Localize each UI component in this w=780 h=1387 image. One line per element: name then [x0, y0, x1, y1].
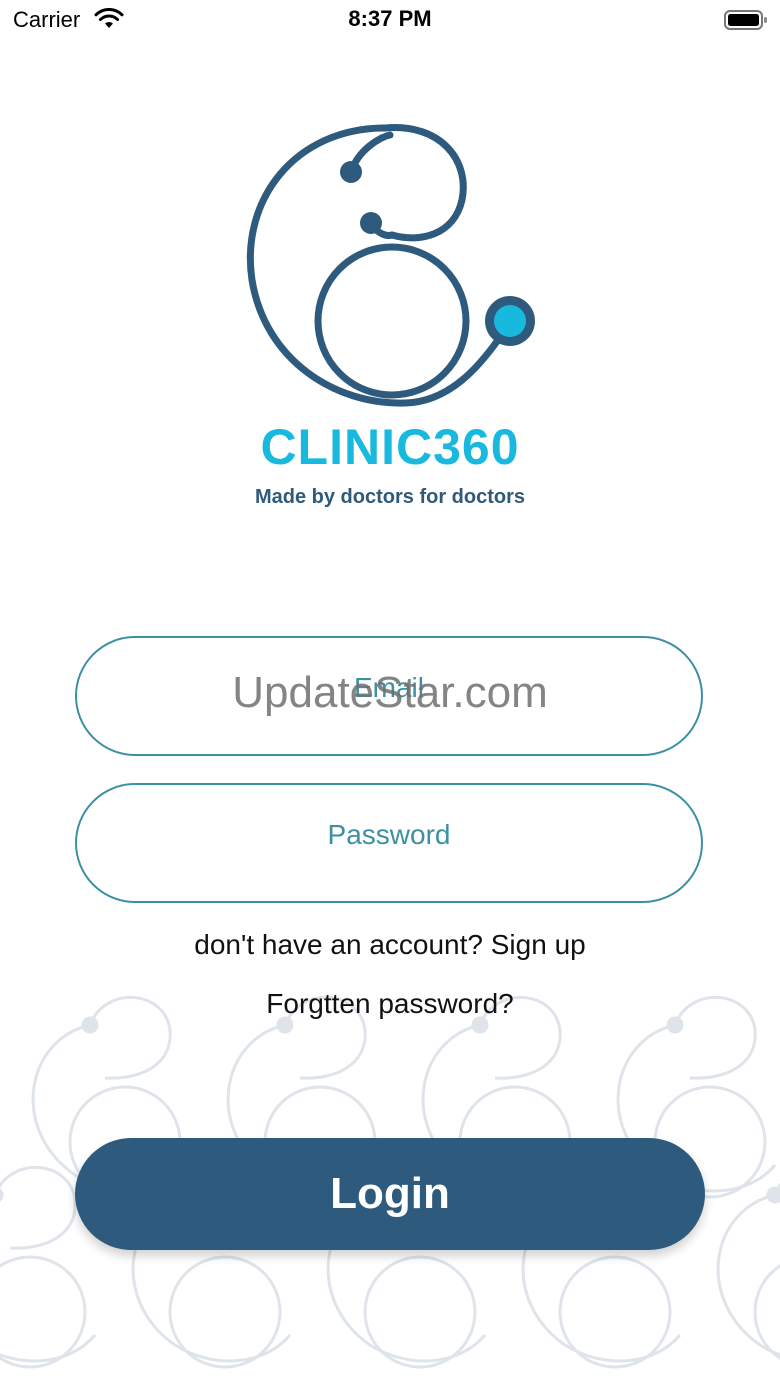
status-bar: Carrier 8:37 PM	[0, 0, 780, 40]
stethoscope-logo-icon	[246, 124, 535, 407]
password-field[interactable]	[77, 807, 701, 863]
signup-link[interactable]: don't have an account? Sign up	[0, 929, 780, 961]
login-screen: Carrier 8:37 PM CLINIC360 Made by doctor…	[0, 0, 780, 1387]
status-time: 8:37 PM	[348, 6, 432, 31]
email-field[interactable]	[77, 660, 701, 716]
email-field-container	[75, 636, 703, 756]
forgot-password-link[interactable]: Forgtten password?	[0, 988, 780, 1020]
password-field-container	[75, 783, 703, 903]
brand-name: CLINIC360	[260, 419, 520, 475]
battery-full-icon	[724, 10, 767, 30]
brand-tagline: Made by doctors for doctors	[254, 486, 526, 508]
login-button[interactable]: Login	[75, 1138, 705, 1250]
